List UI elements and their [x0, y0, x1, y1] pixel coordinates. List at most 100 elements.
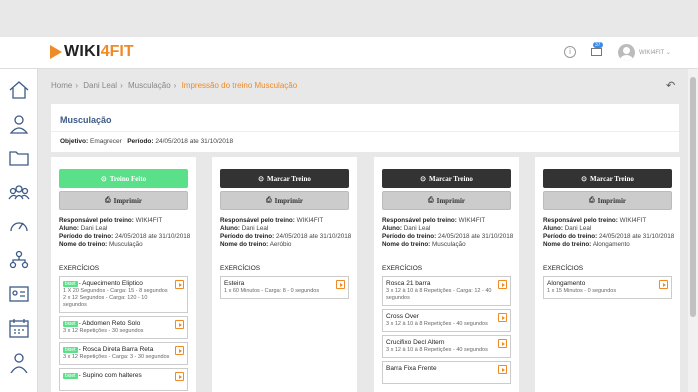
aluno-value: Dani Leal [403, 225, 431, 232]
nome-label: Nome do treino: [220, 241, 269, 248]
exercise-name: Esteira [224, 280, 245, 287]
user-bottom-icon[interactable] [8, 351, 30, 374]
workout-info: Responsável pelo treino: WIKI4FIT Aluno: … [220, 217, 351, 249]
exercise-name: Rosca 21 barra [386, 280, 431, 287]
exercise-list: biset - Aquecimento Eliptico 1 X 20 Segund… [59, 276, 188, 392]
exercise-name: Cross Over [386, 313, 419, 320]
check-circle-icon: ⊙ [581, 174, 587, 183]
action-label: Marcar Treino [590, 174, 634, 183]
play-icon[interactable] [175, 372, 184, 381]
exercise-name: - Rosca Direta Barra Reta [78, 346, 154, 353]
periodo-value: 24/05/2018 ate 31/10/2018 [155, 138, 234, 145]
play-icon[interactable] [498, 280, 507, 289]
exercise-detail: 3 x 12 à 10 à 8 Repetições - 40 segundos [386, 321, 488, 327]
workout-info: Responsável pelo treino: WIKI4FIT Aluno: … [382, 217, 513, 249]
exercise-detail: 3 x 12 à 10 à 8 Repetições - Carga: 12 -… [386, 288, 492, 301]
exercise-detail: 1 x 15 Minutos - 0 segundos [547, 288, 617, 294]
page-title: Musculação [60, 115, 112, 125]
avatar[interactable] [618, 44, 635, 61]
folder-icon[interactable] [8, 147, 30, 169]
exercise-item[interactable]: biset - Supino com halteres [59, 368, 188, 391]
exercise-item[interactable]: biset - Abdomen Reto Solo 3 x 12 Repetiçõe… [59, 316, 188, 339]
mark-workout-button[interactable]: ⊙ Marcar Treino [382, 169, 511, 188]
play-icon[interactable] [175, 320, 184, 329]
workout-info: Responsável pelo treino: WIKI4FIT Aluno: … [59, 217, 190, 249]
exercise-name: Alongamento [547, 280, 586, 287]
breadcrumb: Home › Dani Leal › Musculação › Impressão d… [51, 81, 300, 90]
exercise-item[interactable]: Esteira 1 x 60 Minutos - Carga: 8 - 0 seg… [220, 276, 349, 299]
exercise-detail: 3 x 12 Repetições - Carga: 3 - 30 segund… [63, 354, 170, 360]
crumb-student[interactable]: Dani Leal [83, 81, 117, 90]
user-icon[interactable] [8, 113, 30, 135]
exercise-item[interactable]: Barra Fixa Frente [382, 361, 511, 384]
print-button[interactable]: ⎙ Imprimir [382, 191, 511, 210]
resp-value: WIKI4FIT [296, 217, 324, 224]
play-icon[interactable] [498, 339, 507, 348]
print-button[interactable]: ⎙ Imprimir [220, 191, 349, 210]
resp-label: Responsável pelo treino: [220, 217, 295, 224]
mark-workout-button[interactable]: ⊙ Marcar Treino [543, 169, 672, 188]
periodo-label: Período do treino: [382, 233, 437, 240]
play-icon[interactable] [659, 280, 668, 289]
workout-card: ⊙ Marcar Treino ⎙ Imprimir Responsável pelo … [374, 157, 519, 392]
nome-label: Nome do treino: [543, 241, 592, 248]
exercise-list: Alongamento 1 x 15 Minutos - 0 segundos [543, 276, 672, 302]
objetivo-label: Objetivo: [60, 138, 89, 145]
nome-label: Nome do treino: [59, 241, 108, 248]
play-icon[interactable] [175, 346, 184, 355]
crumb-home[interactable]: Home [51, 81, 72, 90]
gauge-icon[interactable] [8, 215, 30, 237]
logo[interactable]: WIKI 4FIT [50, 43, 134, 61]
workout-card: ⊙ Marcar Treino ⎙ Imprimir Responsável pelo … [212, 157, 357, 392]
resp-value: WIKI4FIT [135, 217, 163, 224]
exercise-item[interactable]: Rosca 21 barra 3 x 12 à 10 à 8 Repetições… [382, 276, 511, 306]
mark-workout-button[interactable]: ⊙ Marcar Treino [220, 169, 349, 188]
id-card-icon[interactable] [8, 283, 30, 305]
aluno-label: Aluno: [543, 225, 563, 232]
exercises-heading: EXERCÍCIOS [382, 265, 423, 272]
exercise-item[interactable]: Alongamento 1 x 15 Minutos - 0 segundos [543, 276, 672, 299]
play-icon[interactable] [498, 365, 507, 374]
exercises-heading: EXERCÍCIOS [59, 265, 100, 272]
print-label: Imprimir [113, 196, 142, 205]
scrollbar[interactable] [688, 69, 698, 392]
resp-label: Responsável pelo treino: [543, 217, 618, 224]
crumb-sep: › [173, 81, 177, 90]
biset-badge: biset [63, 281, 78, 287]
play-icon[interactable] [336, 280, 345, 289]
exercise-item[interactable]: biset - Aquecimento Eliptico 1 X 20 Segund… [59, 276, 188, 313]
periodo-label: Período do treino: [220, 233, 275, 240]
workout-info: Responsável pelo treino: WIKI4FIT Aluno: … [543, 217, 674, 249]
check-circle-icon: ⊙ [258, 174, 264, 183]
printer-icon: ⎙ [428, 196, 434, 204]
logo-text-right: 4FIT [100, 43, 134, 60]
printer-icon: ⎙ [266, 196, 272, 204]
periodo-label: Período: [127, 138, 154, 145]
done-button[interactable]: ⊙ Treino Feito [59, 169, 188, 188]
exercise-item[interactable]: Cross Over 3 x 12 à 10 à 8 Repetições - 4… [382, 309, 511, 332]
workout-card: ⊙ Treino Feito ⎙ Imprimir Responsável pelo t… [51, 157, 196, 392]
aluno-label: Aluno: [59, 225, 79, 232]
users-group-icon[interactable] [8, 181, 30, 203]
nome-value: Musculação [109, 241, 143, 248]
user-menu[interactable]: WIKI4FIT ⌄ [639, 49, 671, 56]
scrollbar-thumb[interactable] [690, 77, 696, 317]
exercise-item[interactable]: biset - Rosca Direta Barra Reta 3 x 12 Rep… [59, 342, 188, 365]
org-chart-icon[interactable] [8, 249, 30, 271]
home-icon[interactable] [8, 79, 30, 101]
aluno-value: Dani Leal [564, 225, 592, 232]
print-button[interactable]: ⎙ Imprimir [59, 191, 188, 210]
play-icon[interactable] [498, 313, 507, 322]
crumb-workout[interactable]: Musculação [128, 81, 171, 90]
print-button[interactable]: ⎙ Imprimir [543, 191, 672, 210]
mail-icon[interactable] [591, 48, 602, 56]
play-icon[interactable] [175, 280, 184, 289]
periodo-value: 24/05/2018 ate 31/10/2018 [598, 233, 675, 240]
info-icon[interactable]: i [564, 46, 576, 58]
calendar-icon[interactable] [8, 317, 30, 339]
resp-label: Responsável pelo treino: [382, 217, 457, 224]
exercise-item[interactable]: Crucifixo Decl Altern 3 x 12 à 10 à 8 Rep… [382, 335, 511, 358]
nome-value: Musculação [432, 241, 466, 248]
back-icon[interactable]: ↶ [666, 79, 675, 92]
printer-icon: ⎙ [105, 196, 111, 204]
